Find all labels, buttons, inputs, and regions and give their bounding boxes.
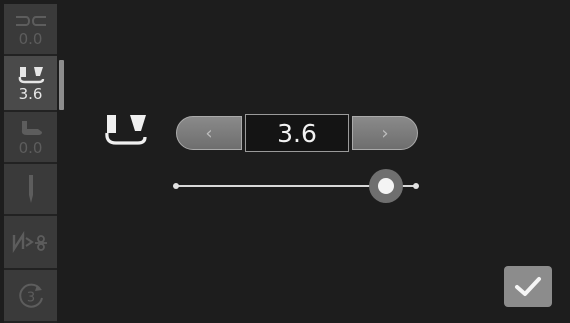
- screen: 0.0 3.6 0.0 3 ‹ 3.6 ›: [0, 0, 570, 323]
- sidebar-item-presser-foot[interactable]: 3.6: [4, 56, 57, 112]
- sidebar: 0.0 3.6 0.0 3: [4, 4, 64, 323]
- sidebar-item-foot-pressure[interactable]: 0.0: [4, 112, 57, 164]
- sidebar-item-needle[interactable]: [4, 164, 57, 216]
- foot-pressure-icon: [21, 120, 42, 135]
- increase-button[interactable]: ›: [352, 116, 418, 150]
- needle-icon: [28, 175, 33, 203]
- chevron-left-icon: ‹: [205, 122, 213, 144]
- decrease-button[interactable]: ‹: [176, 116, 242, 150]
- slider-min-end: [173, 183, 179, 189]
- slider-handle-dot: [377, 178, 394, 194]
- sidebar-item-thread-cutter[interactable]: [4, 216, 57, 270]
- check-icon: [515, 276, 541, 296]
- thread-cutter-icon: [12, 231, 47, 253]
- slider-max-end: [413, 183, 419, 189]
- sidebar-item-label: 0.0: [18, 29, 43, 48]
- svg-text:3: 3: [26, 290, 34, 305]
- presser-foot-value: 3.6: [245, 114, 349, 152]
- stitch-width-icon: [15, 15, 46, 26]
- confirm-button[interactable]: [504, 266, 552, 307]
- slider-handle[interactable]: [368, 169, 403, 203]
- program-3-icon: 3: [18, 283, 43, 308]
- active-marker: [59, 60, 64, 110]
- chevron-right-icon: ›: [381, 122, 389, 144]
- sidebar-item-stitch-width[interactable]: 0.0: [4, 4, 57, 56]
- sidebar-item-label: 3.6: [18, 84, 43, 103]
- presser-foot-icon: [105, 115, 147, 145]
- sidebar-item-program[interactable]: 3: [4, 270, 57, 323]
- presser-foot-icon: [18, 66, 44, 83]
- sidebar-item-label: 0.0: [18, 138, 43, 157]
